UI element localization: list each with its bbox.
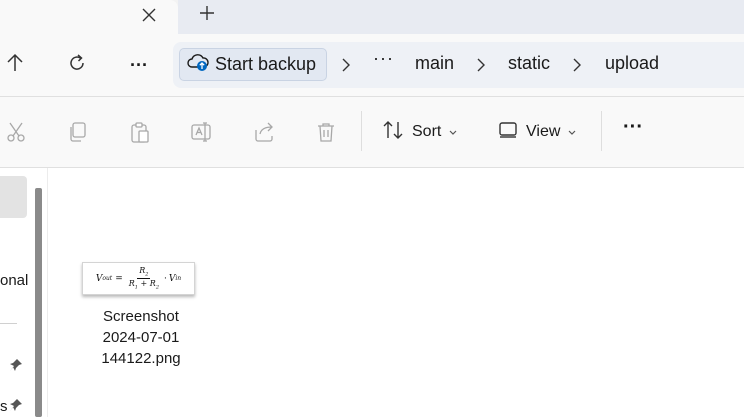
navigation-pane: onal s bbox=[0, 168, 48, 417]
formula-equals: = bbox=[115, 273, 123, 284]
file-name-line: 2024-07-01 bbox=[102, 329, 180, 346]
breadcrumb-main[interactable]: main bbox=[415, 53, 454, 74]
chevron-right-icon[interactable] bbox=[569, 55, 585, 75]
formula-den-b-sub: 2 bbox=[155, 284, 159, 291]
command-bar: Sort View ··· bbox=[0, 97, 744, 167]
plus-icon bbox=[200, 5, 214, 25]
tab-strip-background bbox=[178, 0, 744, 34]
trash-icon[interactable] bbox=[313, 119, 339, 145]
formula-num-sub: 2 bbox=[145, 272, 149, 278]
breadcrumb-overflow[interactable]: ··· bbox=[373, 48, 394, 69]
view-button[interactable]: View bbox=[498, 119, 576, 145]
divider bbox=[0, 167, 744, 168]
share-icon[interactable] bbox=[251, 119, 277, 145]
paste-icon[interactable] bbox=[127, 119, 153, 145]
refresh-icon bbox=[67, 53, 87, 78]
sort-icon bbox=[382, 120, 404, 145]
close-icon[interactable] bbox=[137, 3, 161, 27]
start-backup-button[interactable]: Start backup bbox=[179, 48, 327, 81]
view-label: View bbox=[526, 123, 561, 140]
address-bar[interactable]: Start backup ··· main static upload bbox=[173, 42, 744, 88]
tab-strip bbox=[0, 0, 744, 34]
toolbar-separator bbox=[361, 111, 362, 151]
pin-icon[interactable] bbox=[9, 398, 23, 412]
more-nav-button[interactable]: ··· bbox=[124, 50, 154, 80]
file-thumbnail: Vout = R2 R1 + R2 · Vin bbox=[82, 262, 195, 295]
breadcrumb-static[interactable]: static bbox=[508, 53, 550, 74]
formula-lhs-sub: out bbox=[102, 275, 113, 282]
file-name-line: 144122.png bbox=[101, 350, 181, 367]
formula-image: Vout = R2 R1 + R2 · Vin bbox=[96, 266, 181, 290]
active-tab[interactable] bbox=[0, 0, 178, 34]
nav-scrollbar[interactable] bbox=[35, 188, 42, 417]
navigation-bar: ··· Start backup ··· main static upload bbox=[0, 34, 744, 96]
chevron-right-icon[interactable] bbox=[473, 55, 489, 75]
nav-item-label[interactable]: s bbox=[0, 398, 8, 415]
breadcrumb-upload[interactable]: upload bbox=[605, 53, 659, 74]
start-backup-label: Start backup bbox=[215, 54, 317, 74]
formula-plus: + bbox=[137, 279, 150, 288]
nav-divider bbox=[0, 323, 17, 324]
copy-icon[interactable] bbox=[65, 119, 91, 145]
formula-rhs-sub: in bbox=[175, 275, 182, 282]
sort-button[interactable]: Sort bbox=[382, 119, 457, 145]
chevron-down-icon bbox=[449, 123, 457, 141]
up-button[interactable] bbox=[0, 50, 30, 80]
toolbar-separator bbox=[601, 111, 602, 151]
file-name-line: Screenshot bbox=[103, 308, 179, 325]
chevron-right-icon[interactable] bbox=[338, 55, 354, 75]
file-name: Screenshot 2024-07-01 144122.png bbox=[80, 306, 202, 369]
chevron-down-icon bbox=[568, 123, 576, 141]
new-tab-button[interactable] bbox=[194, 2, 220, 28]
scissors-icon[interactable] bbox=[3, 119, 29, 145]
view-icon bbox=[498, 121, 518, 144]
cloud-upload-icon bbox=[187, 52, 209, 77]
sort-label: Sort bbox=[412, 123, 442, 140]
formula-dot: · bbox=[164, 273, 167, 284]
arrow-up-icon bbox=[6, 53, 24, 78]
formula-fraction: R2 R1 + R2 bbox=[129, 266, 159, 290]
rename-icon[interactable] bbox=[189, 119, 215, 145]
refresh-button[interactable] bbox=[62, 50, 92, 80]
nav-item-label[interactable]: onal bbox=[0, 272, 28, 289]
pin-icon[interactable] bbox=[9, 358, 23, 372]
more-options-button[interactable]: ··· bbox=[620, 114, 646, 140]
nav-selected-item[interactable] bbox=[0, 176, 27, 218]
file-item[interactable]: Vout = R2 R1 + R2 · Vin Screenshot 2024-… bbox=[80, 262, 202, 372]
